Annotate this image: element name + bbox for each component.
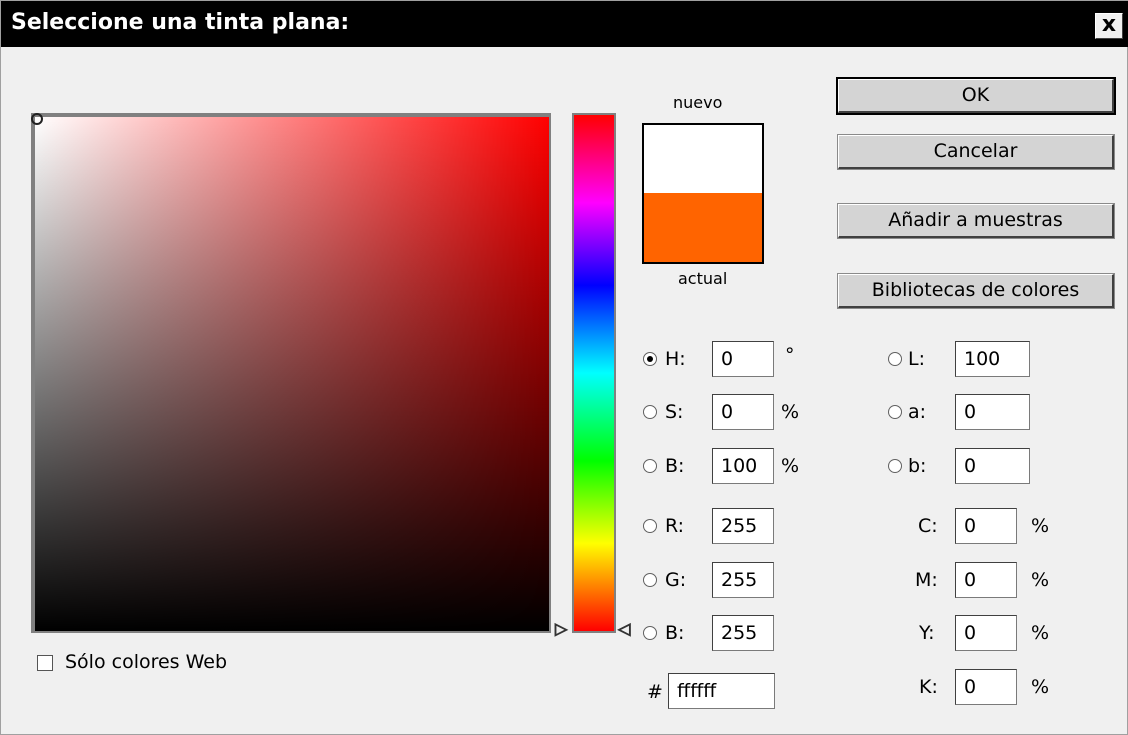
green-radio[interactable]	[643, 573, 657, 587]
b-channel-label: b:	[908, 455, 927, 477]
yellow-input[interactable]: 0	[955, 615, 1017, 651]
b-channel-input[interactable]: 0	[955, 448, 1030, 484]
new-color-swatch	[644, 125, 762, 193]
magenta-input[interactable]: 0	[955, 562, 1017, 598]
brightness-radio[interactable]	[643, 459, 657, 473]
dialog-title: Seleccione una tinta plana:	[11, 10, 350, 35]
saturation-label: S:	[665, 401, 684, 423]
lightness-label: L:	[908, 348, 925, 370]
hex-input[interactable]: ffffff	[668, 673, 775, 709]
black-label: K:	[919, 676, 938, 698]
new-color-label: nuevo	[673, 93, 723, 112]
hex-label: #	[647, 681, 663, 703]
ok-button[interactable]: OK	[836, 77, 1116, 115]
color-field[interactable]	[31, 113, 549, 631]
hue-slider-handle-icon[interactable]: ◁	[617, 620, 630, 637]
current-color-label: actual	[678, 269, 728, 288]
brightness-unit: %	[781, 455, 800, 477]
blue-label: B:	[665, 622, 685, 644]
web-colors-only-checkbox[interactable]	[37, 655, 53, 671]
hue-slider-frame	[572, 113, 616, 633]
brightness-input[interactable]: 100	[712, 448, 774, 484]
black-input[interactable]: 0	[955, 669, 1017, 705]
red-input[interactable]: 255	[712, 508, 774, 544]
a-channel-input[interactable]: 0	[955, 394, 1030, 430]
lightness-input[interactable]: 100	[955, 341, 1030, 377]
blue-input[interactable]: 255	[712, 615, 774, 651]
field-right-marker-icon: ▷	[554, 619, 568, 638]
hue-input[interactable]: 0	[712, 341, 774, 377]
green-input[interactable]: 255	[712, 562, 774, 598]
close-button[interactable]: x	[1095, 13, 1123, 39]
title-bar[interactable]: Seleccione una tinta plana: x	[1, 1, 1128, 47]
yellow-label: Y:	[919, 622, 935, 644]
current-color-swatch[interactable]	[644, 193, 762, 262]
saturation-radio[interactable]	[643, 405, 657, 419]
color-field-cursor[interactable]	[31, 113, 43, 125]
color-field-frame	[31, 113, 551, 633]
magenta-label: M:	[915, 569, 938, 591]
lightness-radio[interactable]	[888, 352, 902, 366]
red-radio[interactable]	[643, 519, 657, 533]
add-to-swatches-button[interactable]: Añadir a muestras	[837, 203, 1115, 239]
color-libraries-button[interactable]: Bibliotecas de colores	[837, 273, 1115, 309]
color-picker-dialog: Seleccione una tinta plana: x ▷ ◁ nuevo …	[0, 0, 1128, 735]
cancel-button[interactable]: Cancelar	[837, 134, 1115, 170]
cyan-unit: %	[1031, 515, 1050, 537]
hue-unit: °	[785, 344, 795, 366]
magenta-unit: %	[1031, 569, 1050, 591]
b-channel-radio[interactable]	[888, 459, 902, 473]
blue-radio[interactable]	[643, 626, 657, 640]
saturation-unit: %	[781, 401, 800, 423]
cyan-label: C:	[918, 515, 938, 537]
color-swatch	[642, 123, 764, 264]
hue-label: H:	[665, 348, 686, 370]
a-channel-radio[interactable]	[888, 405, 902, 419]
saturation-input[interactable]: 0	[712, 394, 774, 430]
hue-slider[interactable]	[574, 115, 614, 631]
black-unit: %	[1031, 676, 1050, 698]
web-colors-only-label: Sólo colores Web	[65, 651, 228, 673]
green-label: G:	[665, 569, 687, 591]
hue-radio[interactable]	[643, 352, 657, 366]
red-label: R:	[665, 515, 685, 537]
yellow-unit: %	[1031, 622, 1050, 644]
a-channel-label: a:	[908, 401, 927, 423]
brightness-label: B:	[665, 455, 685, 477]
cyan-input[interactable]: 0	[955, 508, 1017, 544]
